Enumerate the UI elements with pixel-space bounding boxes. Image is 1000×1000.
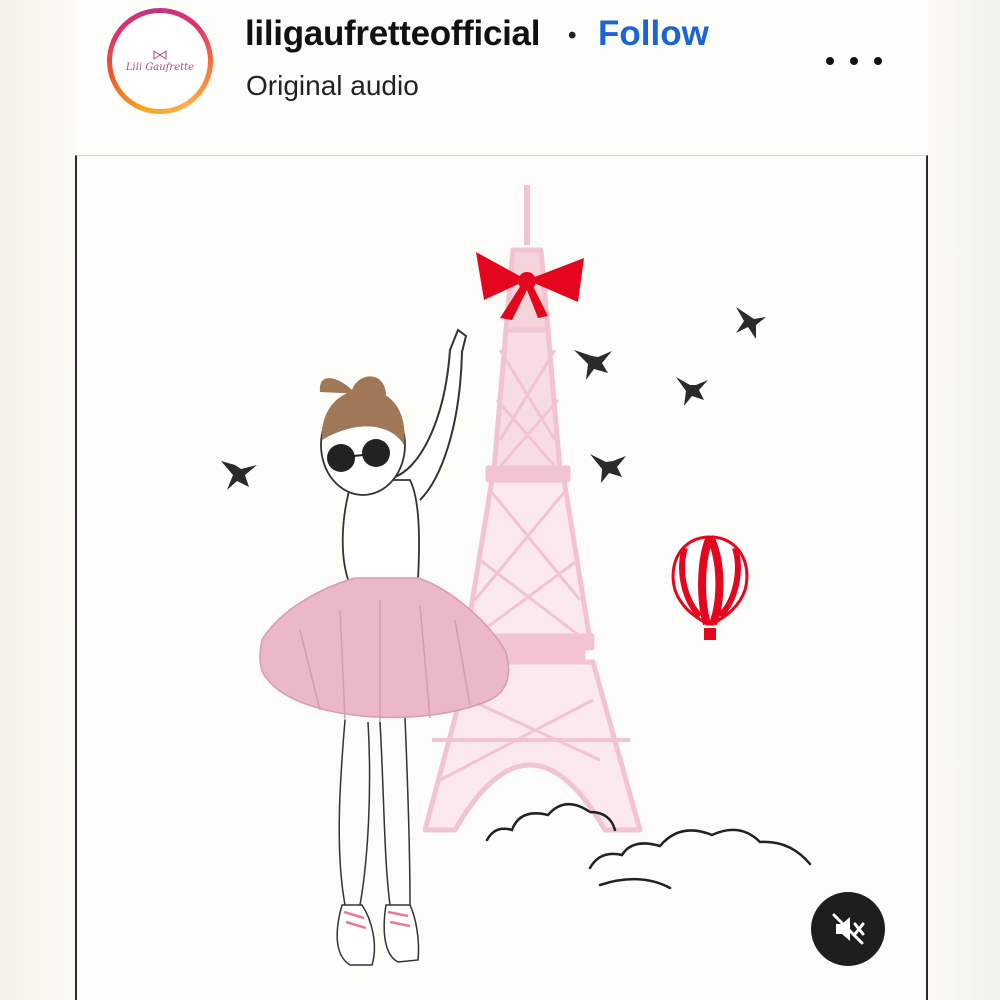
- clouds: [485, 803, 812, 890]
- girl-figure: [259, 328, 510, 966]
- hot-air-balloon: [671, 535, 749, 640]
- speaker-muted-icon[interactable]: [811, 892, 885, 966]
- post-illustration: [221, 185, 812, 966]
